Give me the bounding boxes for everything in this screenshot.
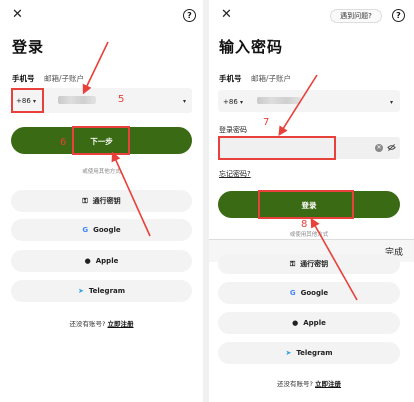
annotation-arrows xyxy=(82,41,151,237)
arrow-to-password xyxy=(278,74,318,137)
arrow-to-next xyxy=(111,151,151,237)
annotation-arrows xyxy=(278,74,358,301)
login-screen: ✕ ? 登录 手机号 邮箱/子账户 +86 ▾ 5 ▾ 下一步 6 或使用其他方… xyxy=(0,0,203,402)
arrow-to-field xyxy=(82,41,109,95)
password-screen: ✕ 遇到问题? ? 输入密码 手机号 邮箱/子账户 +86 ▾ ▾ 登录密码 7… xyxy=(209,0,414,402)
arrow-to-login xyxy=(310,217,358,301)
